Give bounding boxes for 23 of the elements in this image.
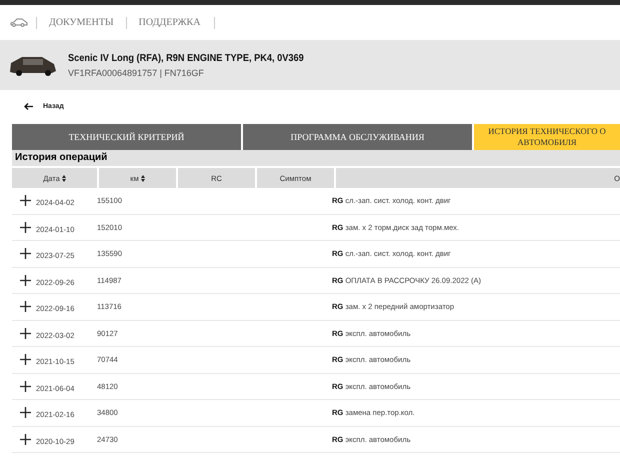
- nav-link[interactable]: ПОДДЕРЖКА: [126, 16, 212, 28]
- arrow-left-icon: [24, 103, 33, 110]
- vehicle-vin: VF1RFA00064891757 | FN716GF: [68, 68, 205, 78]
- nav-link[interactable]: ДОКУМЕНТЫ: [36, 16, 126, 28]
- car-photo-placeholder: [8, 54, 58, 76]
- sort-icon[interactable]: [140, 174, 145, 182]
- expand-icon[interactable]: [20, 274, 31, 286]
- vehicle-title: Scenic IV Long (RFA), R9N ENGINE TYPE, PK4, 0V369: [68, 52, 304, 64]
- expand-icon[interactable]: [20, 328, 31, 339]
- section-title: История операций: [12, 150, 620, 166]
- expand-icon[interactable]: [20, 407, 31, 418]
- expand-icon[interactable]: [20, 222, 31, 233]
- expand-icon[interactable]: [20, 380, 31, 392]
- tab[interactable]: ИСТОРИЯ ТЕХНИЧЕСКОГО О АВТОМОБИЛЯ: [474, 124, 620, 150]
- sort-icon[interactable]: [62, 174, 66, 182]
- expand-icon[interactable]: [20, 248, 31, 260]
- expand-icon[interactable]: [20, 301, 31, 312]
- car-icon[interactable]: [10, 18, 28, 27]
- expand-icon[interactable]: [20, 354, 31, 366]
- expand-icon[interactable]: [20, 434, 31, 445]
- tab[interactable]: ПРОГРАММА ОБСЛУЖИВАНИЯ: [243, 124, 472, 150]
- tab[interactable]: ТЕХНИЧЕСКИЙ КРИТЕРИЙ: [12, 124, 241, 150]
- expand-icon[interactable]: [20, 195, 31, 206]
